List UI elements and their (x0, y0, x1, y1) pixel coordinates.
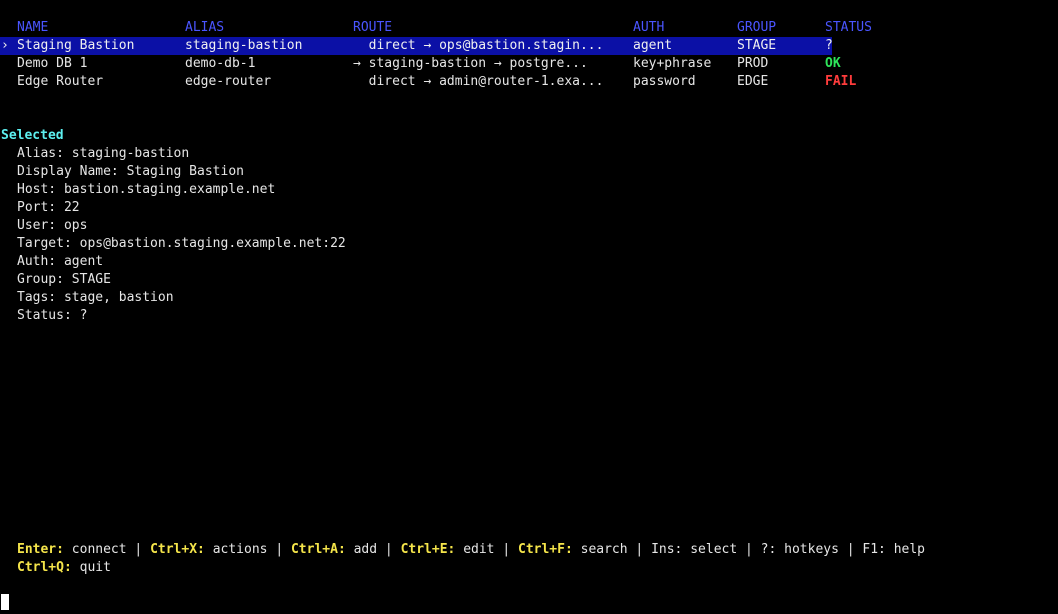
detail-line: Alias: staging-bastion (0, 145, 1058, 163)
detail-alias: Alias: staging-bastion (17, 146, 190, 161)
host-route: direct → admin@router-1.exa... (353, 74, 604, 89)
hotkey-ctrl-q-key[interactable]: Ctrl+Q: (17, 560, 72, 575)
hotkey-ctrl-q-action: quit (79, 560, 111, 575)
host-group: STAGE (737, 38, 777, 53)
host-route: direct → ops@bastion.stagin... (353, 38, 604, 53)
detail-group: Group: STAGE (17, 272, 111, 287)
hotkey-ctrl-a-action: add (353, 542, 378, 557)
table-row[interactable]: Edge Router edge-router direct → admin@r… (0, 73, 1058, 91)
host-route: → staging-bastion → postgre... (353, 56, 588, 71)
hotkey-ctrl-f-action: search (580, 542, 628, 557)
detail-auth: Auth: agent (17, 254, 104, 269)
hotkey-ctrl-f-key[interactable]: Ctrl+F: (518, 542, 573, 557)
detail-tags: Tags: stage, bastion (17, 290, 174, 305)
details-title: Selected (1, 128, 64, 143)
detail-line: User: ops (0, 217, 1058, 235)
host-name: Edge Router (17, 74, 104, 89)
table-header: NAME ALIAS ROUTE AUTH GROUP STATUS (0, 19, 1058, 37)
status-badge: OK (825, 56, 841, 71)
details-section-title: Selected (0, 127, 1058, 145)
selection-marker-icon: › (1, 38, 9, 53)
col-header-status[interactable]: STATUS (825, 19, 872, 37)
hotkey-bar: Enter: connect | Ctrl+X: actions | Ctrl+… (17, 541, 925, 559)
detail-user: User: ops (17, 218, 88, 233)
detail-line: Display Name: Staging Bastion (0, 163, 1058, 181)
hotkey-ctrl-e-key[interactable]: Ctrl+E: (401, 542, 456, 557)
hotkey-ctrl-a-key[interactable]: Ctrl+A: (291, 542, 346, 557)
hotkey-separator: | (275, 542, 284, 557)
hotkey-ctrl-e-action: edit (463, 542, 495, 557)
host-alias: staging-bastion (185, 38, 303, 53)
detail-status: Status: ? (17, 308, 88, 323)
col-header-name[interactable]: NAME (17, 19, 48, 37)
table-row[interactable]: › Staging Bastion staging-bastion direct… (0, 37, 1058, 55)
detail-line: Auth: agent (0, 253, 1058, 271)
detail-display-name: Display Name: Staging Bastion (17, 164, 244, 179)
terminal-window: NAME ALIAS ROUTE AUTH GROUP STATUS › Sta… (0, 0, 1058, 614)
detail-target: Target: ops@bastion.staging.example.net:… (17, 236, 346, 251)
hotkey-ctrl-x-key[interactable]: Ctrl+X: (150, 542, 205, 557)
host-name: Demo DB 1 (17, 56, 88, 71)
hotkey-enter-key[interactable]: Enter: (17, 542, 64, 557)
host-auth: key+phrase (633, 56, 712, 71)
host-alias: edge-router (185, 74, 272, 89)
col-header-alias[interactable]: ALIAS (185, 19, 224, 37)
hotkey-plain-group[interactable]: Ins: select | ?: hotkeys | F1: help (651, 542, 925, 557)
hotkey-ctrl-x-action: actions (212, 542, 268, 557)
detail-port: Port: 22 (17, 200, 80, 215)
host-group: EDGE (737, 74, 769, 89)
hotkey-separator: | (134, 542, 143, 557)
detail-line: Status: ? (0, 307, 1058, 325)
col-header-route[interactable]: ROUTE (353, 19, 392, 37)
terminal-cursor (1, 594, 9, 610)
col-header-auth[interactable]: AUTH (633, 19, 664, 37)
detail-line: Target: ops@bastion.staging.example.net:… (0, 235, 1058, 253)
hotkey-bar-quit: Ctrl+Q: quit (17, 559, 111, 577)
hotkey-separator: | (635, 542, 644, 557)
detail-line: Tags: stage, bastion (0, 289, 1058, 307)
detail-line: Host: bastion.staging.example.net (0, 181, 1058, 199)
hotkey-enter-action: connect (71, 542, 127, 557)
host-group: PROD (737, 56, 769, 71)
host-alias: demo-db-1 (185, 56, 256, 71)
status-badge: FAIL (825, 74, 857, 89)
status-badge: ? (825, 38, 833, 53)
host-auth: agent (633, 38, 673, 53)
table-row[interactable]: Demo DB 1 demo-db-1 → staging-bastion → … (0, 55, 1058, 73)
host-auth: password (633, 74, 696, 89)
detail-line: Group: STAGE (0, 271, 1058, 289)
detail-host: Host: bastion.staging.example.net (17, 182, 276, 197)
host-name: Staging Bastion (17, 38, 135, 53)
col-header-group[interactable]: GROUP (737, 19, 776, 37)
hotkey-separator: | (502, 542, 511, 557)
hotkey-separator: | (384, 542, 393, 557)
detail-line: Port: 22 (0, 199, 1058, 217)
